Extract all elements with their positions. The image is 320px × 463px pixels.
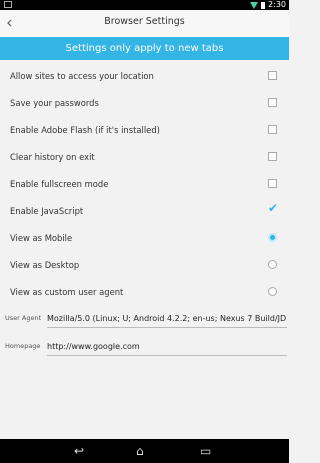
nav-home-icon[interactable]: ⌂ — [136, 443, 144, 459]
user-agent-row: User Agent Mozilla/5.0 (Linux; U; Androi… — [0, 306, 289, 332]
setting-label: Enable Adobe Flash (if it's installed) — [10, 124, 160, 135]
homepage-row: Homepage http://www.google.com — [0, 334, 289, 360]
homepage-input[interactable]: http://www.google.com — [47, 338, 287, 356]
settings-list: Allow sites to access your location Save… — [0, 62, 289, 305]
checkbox[interactable] — [268, 71, 277, 80]
setting-javascript[interactable]: Enable JavaScript ✔ — [0, 197, 289, 224]
setting-view-mobile[interactable]: View as Mobile — [0, 224, 289, 251]
page-title: Browser Settings — [104, 16, 185, 27]
checkmark-icon[interactable]: ✔ — [268, 202, 278, 214]
navigation-bar: ↩ ⌂ ▭ — [0, 439, 289, 463]
setting-label: Save your passwords — [10, 97, 99, 108]
setting-label: Enable fullscreen mode — [10, 178, 109, 189]
setting-clear-history[interactable]: Clear history on exit — [0, 143, 289, 170]
homepage-label: Homepage — [5, 342, 41, 350]
setting-location[interactable]: Allow sites to access your location — [0, 62, 289, 89]
setting-label: Clear history on exit — [10, 151, 95, 162]
checkbox[interactable] — [268, 125, 277, 134]
wifi-icon — [250, 1, 259, 9]
status-bar: 2:30 — [0, 0, 289, 10]
radio[interactable] — [268, 260, 277, 269]
setting-fullscreen[interactable]: Enable fullscreen mode — [0, 170, 289, 197]
title-bar: ‹ Browser Settings — [0, 10, 289, 38]
checkbox[interactable] — [268, 98, 277, 107]
setting-view-desktop[interactable]: View as Desktop — [0, 251, 289, 278]
setting-save-passwords[interactable]: Save your passwords — [0, 89, 289, 116]
battery-icon — [261, 1, 266, 9]
checkbox[interactable] — [268, 179, 277, 188]
user-agent-input[interactable]: Mozilla/5.0 (Linux; U; Android 4.2.2; en… — [47, 310, 287, 328]
setting-label: View as custom user agent — [10, 286, 124, 297]
setting-label: Enable JavaScript — [10, 205, 84, 216]
info-banner: Settings only apply to new tabs — [0, 37, 289, 60]
checkbox[interactable] — [268, 152, 277, 161]
nav-recent-apps-icon[interactable]: ▭ — [200, 443, 211, 459]
nav-back-icon[interactable]: ↩ — [74, 443, 84, 459]
setting-adobe-flash[interactable]: Enable Adobe Flash (if it's installed) — [0, 116, 289, 143]
status-time: 2:30 — [268, 0, 286, 9]
notification-icon — [4, 1, 12, 8]
radio[interactable] — [268, 287, 277, 296]
setting-label: Allow sites to access your location — [10, 70, 154, 81]
radio-selected[interactable] — [268, 233, 277, 242]
user-agent-label: User Agent — [5, 314, 42, 322]
setting-label: View as Mobile — [10, 232, 73, 243]
setting-view-custom[interactable]: View as custom user agent — [0, 278, 289, 305]
setting-label: View as Desktop — [10, 259, 80, 270]
